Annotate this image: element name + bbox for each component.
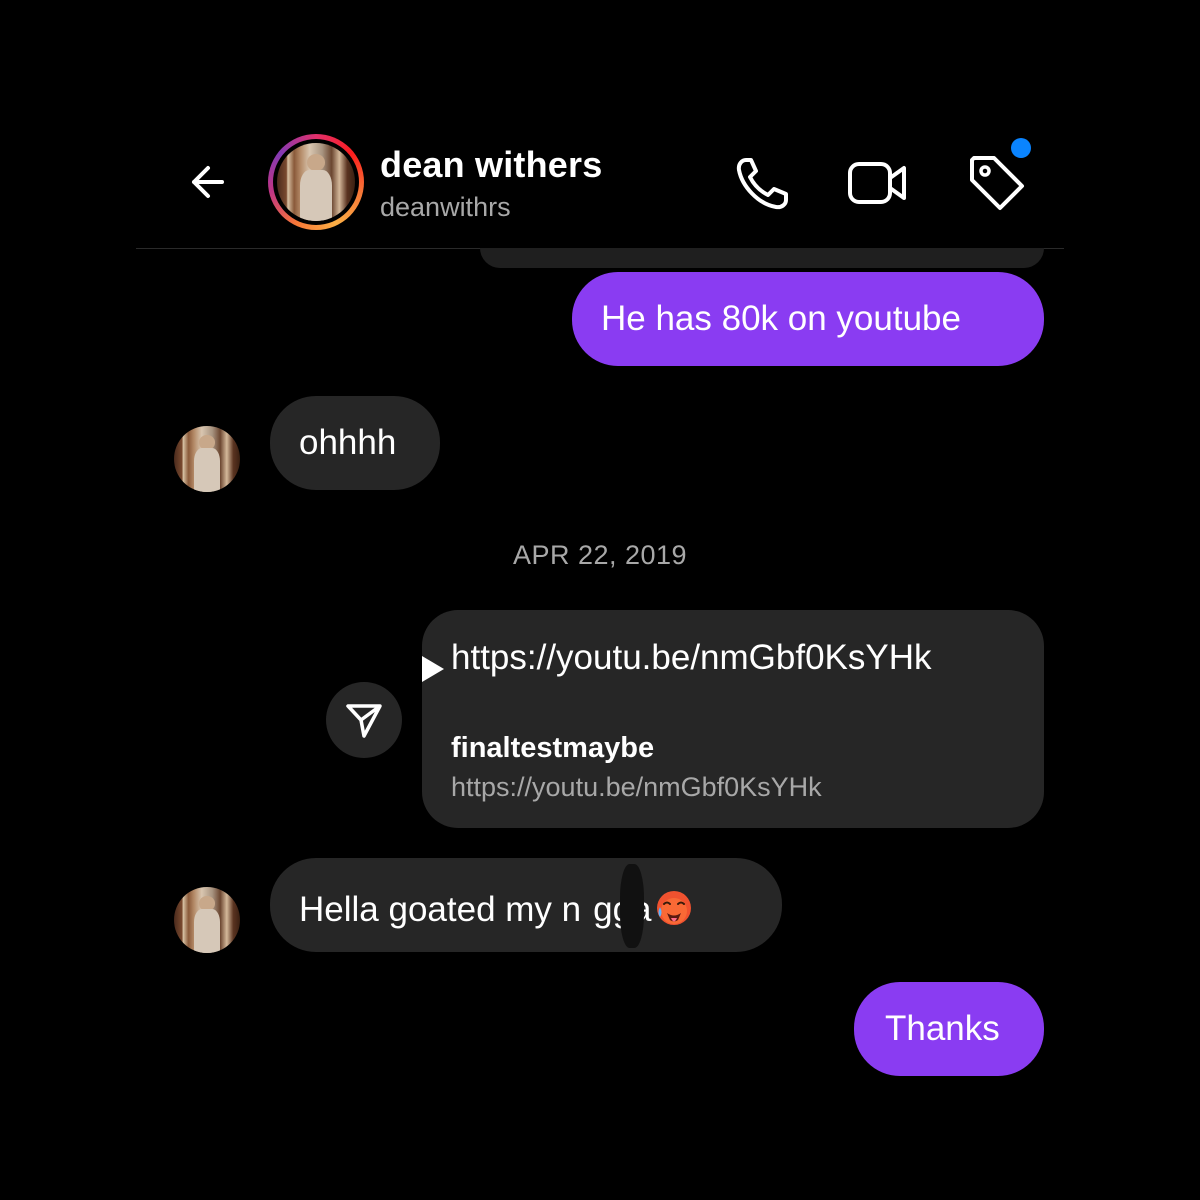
- message-incoming[interactable]: ohhhh: [270, 396, 440, 490]
- censor-mark: [620, 864, 644, 948]
- play-icon: [422, 656, 444, 682]
- contact-username[interactable]: deanwithrs: [380, 192, 511, 223]
- link-url[interactable]: https://youtu.be/nmGbf0KsYHk: [451, 638, 932, 678]
- avatar-image: [174, 887, 240, 953]
- message-outgoing[interactable]: He has 80k on youtube: [572, 272, 1044, 366]
- sender-avatar[interactable]: [174, 887, 240, 953]
- link-subtitle: https://youtu.be/nmGbf0KsYHk: [451, 772, 822, 802]
- sender-avatar[interactable]: [174, 426, 240, 492]
- profile-avatar[interactable]: [268, 134, 364, 230]
- contact-name[interactable]: dean withers: [380, 144, 602, 186]
- date-separator: APR 22, 2019: [512, 540, 688, 570]
- tag-icon[interactable]: [966, 152, 1028, 214]
- previous-message-bubble: [480, 248, 1044, 268]
- message-incoming[interactable]: Hella goated my ngga: [270, 858, 782, 952]
- chat-window: dean withers deanwithrs He has 80k on yo…: [136, 126, 1064, 1096]
- back-arrow-icon[interactable]: [186, 160, 230, 204]
- send-icon: [346, 704, 382, 738]
- avatar-image: [174, 426, 240, 492]
- link-title: finaltestmaybe: [451, 732, 655, 764]
- share-button[interactable]: [326, 682, 402, 758]
- video-icon[interactable]: [846, 152, 908, 214]
- link-share-card[interactable]: https://youtu.be/nmGbf0KsYHk finaltestma…: [422, 610, 1044, 828]
- message-outgoing[interactable]: Thanks: [854, 982, 1044, 1076]
- hot-face-emoji-icon: [656, 891, 691, 925]
- phone-icon[interactable]: [732, 152, 794, 214]
- notification-dot: [1011, 138, 1031, 158]
- avatar-image: [277, 143, 355, 221]
- message-text: Hella goated my n: [299, 890, 582, 929]
- chat-header: dean withers deanwithrs: [136, 126, 1064, 249]
